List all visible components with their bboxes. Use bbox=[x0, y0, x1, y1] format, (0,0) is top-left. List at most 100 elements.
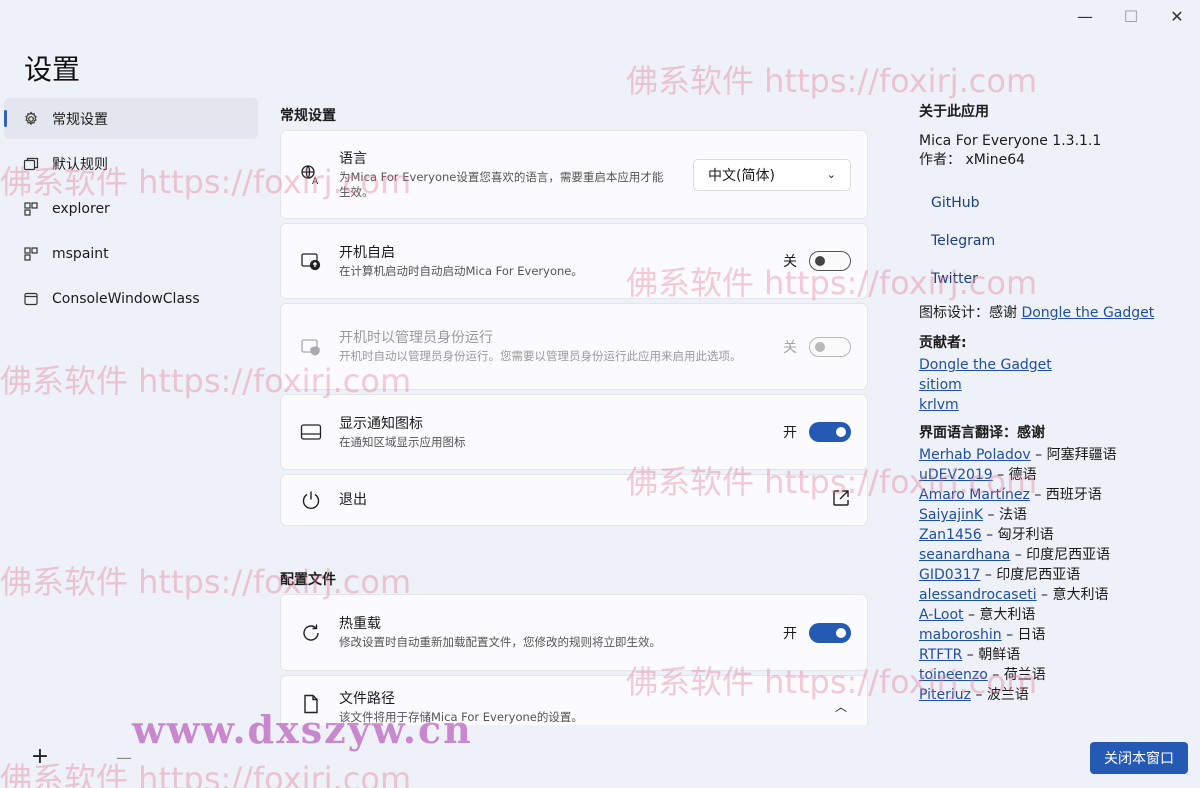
file-path-desc: 该文件将用于存储Mica For Everyone的设置。 bbox=[339, 710, 583, 724]
github-link[interactable]: GitHub bbox=[931, 184, 1189, 222]
hot-reload-toggle[interactable] bbox=[809, 622, 851, 643]
close-window-primary-button[interactable]: 关闭本窗口 bbox=[1090, 742, 1188, 774]
translator-link[interactable]: Zan1456 bbox=[919, 527, 982, 543]
sidebar-item-mspaint[interactable]: mspaint bbox=[4, 233, 258, 274]
translator-language: 法语 bbox=[998, 507, 1027, 523]
run-as-admin-card: 开机时以管理员身份运行 开机时自动以管理员身份运行。您需要以管理员身份运行此应用… bbox=[280, 303, 868, 390]
startup-title: 开机自启 bbox=[339, 244, 395, 261]
contributor-link[interactable]: sitiom bbox=[919, 377, 962, 393]
separator-dash: – bbox=[1030, 447, 1047, 463]
section-title-general: 常规设置 bbox=[280, 108, 336, 124]
translator-language: 西班牙语 bbox=[1045, 487, 1102, 503]
hot-reload-toggle-state: 开 bbox=[783, 625, 797, 642]
translator-language: 意大利语 bbox=[979, 607, 1036, 623]
main-panel: 常规设置 A 语言 为Mica For Everyone设置您喜欢的语言，需要重… bbox=[280, 100, 868, 725]
author-name: xMine64 bbox=[965, 152, 1026, 168]
sidebar-item-label: ConsoleWindowClass bbox=[52, 290, 200, 307]
separator-dash: – bbox=[963, 607, 980, 623]
about-panel: 关于此应用 Mica For Everyone 1.3.1.1 作者： xMin… bbox=[919, 100, 1189, 705]
translator-link[interactable]: seanardhana bbox=[919, 547, 1010, 563]
translator-row: Merhab Poladov – 阿塞拜疆语 bbox=[919, 445, 1189, 465]
translator-row: Amaro Martínez – 西班牙语 bbox=[919, 485, 1189, 505]
separator-dash: – bbox=[983, 507, 999, 523]
translator-link[interactable]: A-Loot bbox=[919, 607, 964, 623]
icon-designer-link[interactable]: Dongle the Gadget bbox=[1021, 305, 1154, 321]
translator-row: Piteriuz – 波兰语 bbox=[919, 685, 1189, 705]
shield-icon bbox=[297, 333, 325, 361]
tray-desc: 在通知区域显示应用图标 bbox=[339, 434, 466, 449]
translator-link[interactable]: SaiyajinK bbox=[919, 507, 983, 523]
add-rule-button[interactable]: + bbox=[28, 744, 52, 772]
translator-link[interactable]: GID0317 bbox=[919, 567, 980, 583]
author-line: 作者： xMine64 bbox=[919, 151, 1189, 170]
translator-row: GID0317 – 印度尼西亚语 bbox=[919, 565, 1189, 585]
admin-toggle[interactable] bbox=[809, 336, 851, 357]
translator-language: 波兰语 bbox=[986, 687, 1029, 703]
exit-title: 退出 bbox=[339, 492, 367, 508]
chevron-down-icon: ⌄ bbox=[826, 168, 836, 181]
hot-reload-desc: 修改设置时自动重新加载配置文件，您修改的规则将立即生效。 bbox=[339, 635, 661, 649]
close-window-button[interactable]: ✕ bbox=[1154, 0, 1200, 32]
tray-icon-card: 显示通知图标 在通知区域显示应用图标 开 bbox=[280, 394, 868, 470]
contributor-link[interactable]: Dongle the Gadget bbox=[919, 357, 1052, 373]
telegram-link[interactable]: Telegram bbox=[931, 222, 1189, 260]
contributor-link[interactable]: krlvm bbox=[919, 397, 959, 413]
separator-dash: – bbox=[1036, 587, 1053, 603]
translation-title: 界面语言翻译：感谢 bbox=[919, 425, 1045, 441]
sidebar: 常规设置 默认规则 explorer mspaint ConsoleWindow… bbox=[4, 98, 258, 323]
translator-link[interactable]: RTFTR bbox=[919, 647, 962, 663]
sidebar-actions: + — bbox=[28, 744, 136, 772]
separator-dash: – bbox=[992, 467, 1009, 483]
sidebar-item-default-rules[interactable]: 默认规则 bbox=[4, 143, 258, 184]
sidebar-item-explorer[interactable]: explorer bbox=[4, 188, 258, 229]
language-select[interactable]: 中文(简体) ⌄ bbox=[693, 158, 851, 191]
exit-card[interactable]: 退出 bbox=[280, 474, 868, 526]
translator-link[interactable]: Amaro Martínez bbox=[919, 487, 1030, 503]
file-path-card[interactable]: 文件路径 该文件将用于存储Mica For Everyone的设置。 ︿ bbox=[280, 675, 868, 725]
separator-dash: – bbox=[987, 667, 1004, 683]
refresh-icon bbox=[297, 619, 325, 647]
window-icon bbox=[22, 290, 40, 308]
language-icon: A bbox=[297, 161, 325, 189]
sidebar-item-label: mspaint bbox=[52, 245, 109, 262]
startup-desc: 在计算机启动时自动启动Mica For Everyone。 bbox=[339, 263, 583, 278]
translator-link[interactable]: uDEV2019 bbox=[919, 467, 993, 483]
translator-link[interactable]: maboroshin bbox=[919, 627, 1002, 643]
translator-row: uDEV2019 – 德语 bbox=[919, 465, 1189, 485]
sidebar-item-console[interactable]: ConsoleWindowClass bbox=[4, 278, 258, 319]
sidebar-item-general[interactable]: 常规设置 bbox=[4, 98, 258, 139]
translator-language: 荷兰语 bbox=[1003, 667, 1046, 683]
translator-row: alessandrocaseti – 意大利语 bbox=[919, 585, 1189, 605]
translator-language: 德语 bbox=[1008, 467, 1037, 483]
sidebar-item-label: 默认规则 bbox=[52, 156, 108, 173]
about-title: 关于此应用 bbox=[919, 104, 989, 120]
tray-toggle[interactable] bbox=[809, 422, 851, 442]
translator-language: 意大利语 bbox=[1052, 587, 1109, 603]
maximize-button[interactable]: ☐ bbox=[1108, 0, 1154, 32]
chevron-up-icon[interactable]: ︿ bbox=[835, 698, 847, 715]
separator-dash: – bbox=[980, 567, 997, 583]
author-label: 作者： bbox=[919, 152, 961, 168]
windows-stack-icon bbox=[22, 155, 40, 173]
language-select-value: 中文(简体) bbox=[708, 167, 775, 184]
translator-language: 阿塞拜疆语 bbox=[1046, 447, 1117, 463]
translator-link[interactable]: alessandrocaseti bbox=[919, 587, 1037, 603]
translator-language: 朝鲜语 bbox=[978, 647, 1021, 663]
translator-link[interactable]: Piteriuz bbox=[919, 687, 971, 703]
admin-title: 开机时以管理员身份运行 bbox=[339, 330, 493, 346]
translator-link[interactable]: toineenzo bbox=[919, 667, 988, 683]
remove-rule-button[interactable]: — bbox=[112, 744, 136, 772]
translator-language: 日语 bbox=[1017, 627, 1046, 643]
gear-icon bbox=[22, 110, 40, 128]
separator-dash: – bbox=[1010, 547, 1027, 563]
separator-dash: – bbox=[1029, 487, 1046, 503]
minimize-button[interactable]: — bbox=[1062, 0, 1108, 32]
section-title-config: 配置文件 bbox=[280, 572, 336, 588]
file-icon bbox=[297, 690, 325, 718]
tray-title: 显示通知图标 bbox=[339, 415, 423, 432]
translator-list: Merhab Poladov – 阿塞拜疆语 uDEV2019 – 德语 Amaro… bbox=[919, 445, 1189, 705]
translator-link[interactable]: Merhab Poladov bbox=[919, 447, 1031, 463]
hot-reload-card: 热重载 修改设置时自动重新加载配置文件，您修改的规则将立即生效。 开 bbox=[280, 594, 868, 671]
twitter-link[interactable]: Twitter bbox=[931, 260, 1189, 298]
startup-toggle[interactable] bbox=[809, 251, 851, 271]
